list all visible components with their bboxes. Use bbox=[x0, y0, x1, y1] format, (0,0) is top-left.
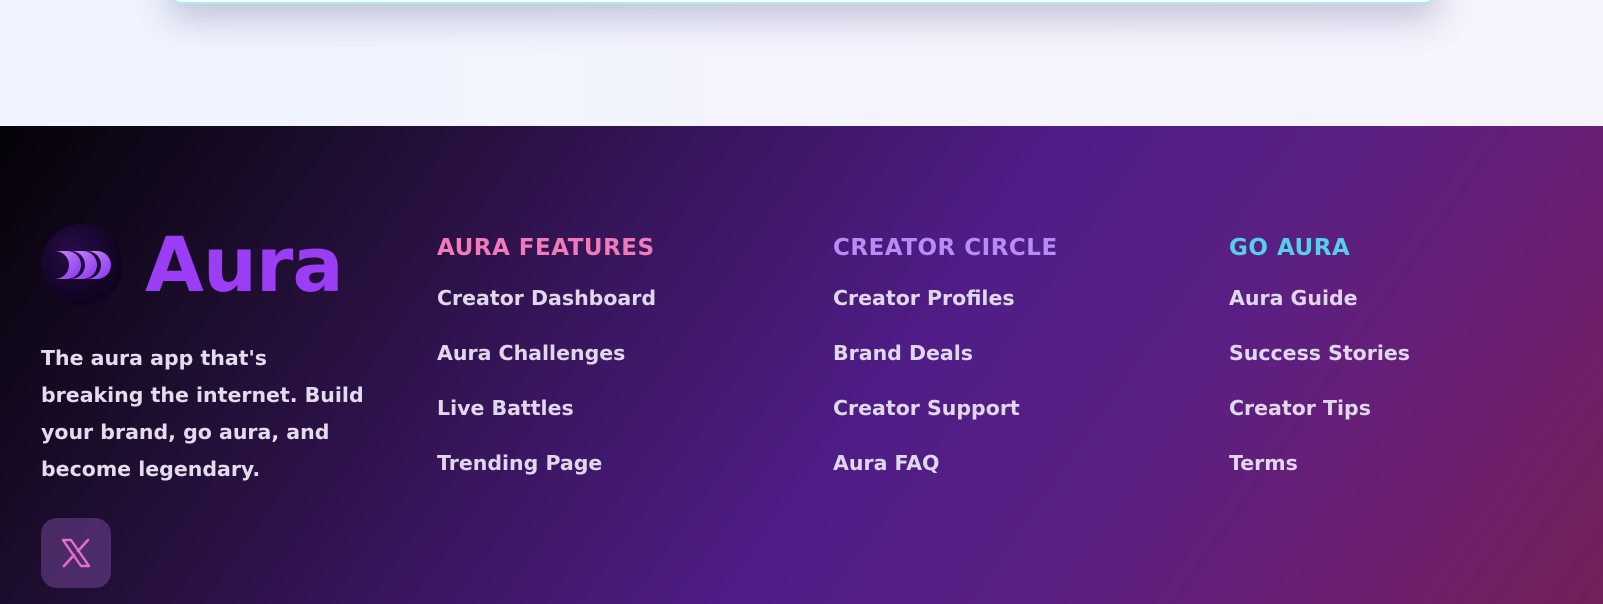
footer-column-features: AURA FEATURES Creator Dashboard Aura Cha… bbox=[437, 230, 656, 504]
footer-link-trending-page[interactable]: Trending Page bbox=[437, 449, 656, 477]
footer-link-aura-faq[interactable]: Aura FAQ bbox=[833, 449, 1058, 477]
footer-link-creator-support[interactable]: Creator Support bbox=[833, 394, 1058, 422]
link-list-features: Creator Dashboard Aura Challenges Live B… bbox=[437, 284, 656, 477]
site-footer: Aura The aura app that's breaking the in… bbox=[0, 126, 1603, 604]
footer-column-go-aura: GO AURA Aura Guide Success Stories Creat… bbox=[1229, 230, 1410, 504]
content-card-edge bbox=[168, 0, 1438, 4]
column-heading-features: AURA FEATURES bbox=[437, 235, 655, 261]
top-section bbox=[0, 0, 1603, 126]
footer-brand: Aura The aura app that's breaking the in… bbox=[41, 224, 381, 588]
footer-link-aura-guide[interactable]: Aura Guide bbox=[1229, 284, 1410, 312]
brand-logo-link[interactable]: Aura bbox=[41, 224, 381, 306]
footer-link-aura-challenges[interactable]: Aura Challenges bbox=[437, 339, 656, 367]
aura-logo-icon bbox=[41, 224, 123, 306]
footer-link-success-stories[interactable]: Success Stories bbox=[1229, 339, 1410, 367]
footer-link-creator-profiles[interactable]: Creator Profiles bbox=[833, 284, 1058, 312]
x-icon bbox=[61, 538, 91, 568]
footer-link-live-battles[interactable]: Live Battles bbox=[437, 394, 656, 422]
footer-link-terms[interactable]: Terms bbox=[1229, 449, 1410, 477]
brand-tagline: The aura app that's breaking the interne… bbox=[41, 346, 364, 481]
footer-link-creator-tips[interactable]: Creator Tips bbox=[1229, 394, 1410, 422]
column-heading-creator-circle: CREATOR CIRCLE bbox=[833, 235, 1058, 261]
link-list-go-aura: Aura Guide Success Stories Creator Tips … bbox=[1229, 284, 1410, 477]
footer-link-brand-deals[interactable]: Brand Deals bbox=[833, 339, 1058, 367]
footer-link-creator-dashboard[interactable]: Creator Dashboard bbox=[437, 284, 656, 312]
column-heading-go-aura: GO AURA bbox=[1229, 235, 1351, 261]
x-social-button[interactable] bbox=[41, 518, 111, 588]
brand-name: Aura bbox=[145, 220, 344, 309]
footer-column-creator-circle: CREATOR CIRCLE Creator Profiles Brand De… bbox=[833, 230, 1058, 504]
link-list-creator-circle: Creator Profiles Brand Deals Creator Sup… bbox=[833, 284, 1058, 477]
